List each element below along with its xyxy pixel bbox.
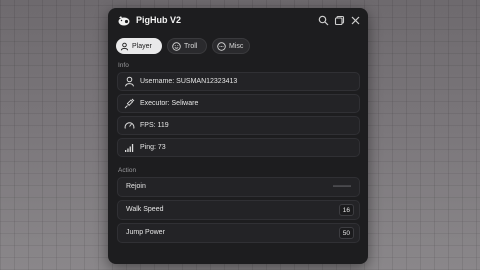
fps-row: FPS: 119 [117,116,360,135]
tab-misc[interactable]: Misc [212,38,250,54]
person-icon [120,42,129,51]
jumppower-row: Jump Power 50 [117,223,360,243]
close-icon[interactable] [350,15,361,26]
executor-row: Executor: Seliware [117,94,360,113]
jumppower-input[interactable]: 50 [338,227,354,239]
ping-row: Ping: 73 [117,138,360,157]
info-section-label: Info [118,62,129,69]
syringe-icon [124,98,135,109]
user-icon [125,76,134,87]
speedometer-icon [124,122,135,129]
rejoin-label: Rejoin [126,183,146,190]
dots-icon [217,41,226,51]
walkspeed-label: Walk Speed [126,206,164,213]
tab-label: Player [132,42,152,50]
smiley-icon [172,41,181,51]
window-title: PigHub V2 [136,15,182,25]
walkspeed-row: Walk Speed 16 [117,200,360,220]
jumppower-label: Jump Power [126,229,165,236]
search-icon[interactable] [318,15,329,26]
fps-text: FPS: 119 [140,122,169,129]
username-text: Username: SUSMAN12323413 [140,78,238,85]
walkspeed-input[interactable]: 16 [338,204,354,216]
pighub-window: PigHub V2 Player Troll Misc Info Usernam… [108,8,368,264]
executor-text: Executor: Seliware [140,100,199,107]
tab-troll[interactable]: Troll [167,38,207,54]
tab-player[interactable]: Player [116,38,162,54]
pig-logo-icon [118,16,130,26]
rejoin-button[interactable]: Rejoin ▬▬▬ [117,177,360,197]
rejoin-hint: ▬▬▬ [333,183,351,189]
minimize-window-icon[interactable] [334,15,345,26]
action-section-label: Action [118,167,137,174]
ping-text: Ping: 73 [140,144,166,151]
username-row: Username: SUSMAN12323413 [117,72,360,91]
title-bar[interactable]: PigHub V2 [108,8,368,34]
tab-label: Troll [184,42,198,50]
signal-bars-icon [125,144,134,152]
tab-label: Misc [229,42,244,50]
